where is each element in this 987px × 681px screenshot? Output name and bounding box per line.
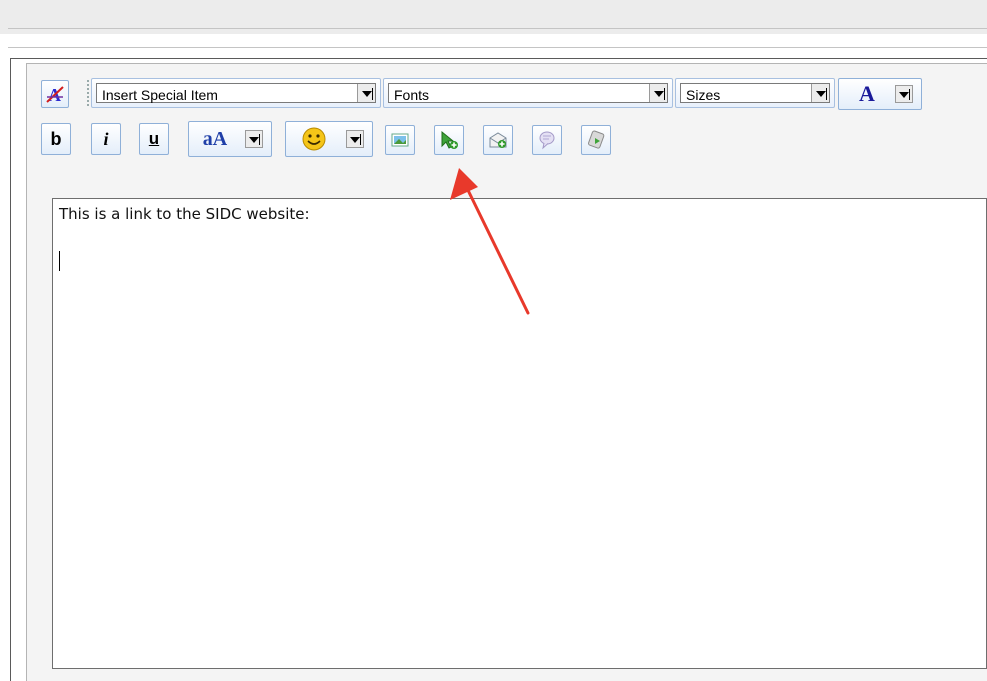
fonts-dropdown[interactable]: Fonts bbox=[383, 78, 673, 108]
insert-media-icon bbox=[588, 130, 605, 149]
chevron-down-icon[interactable] bbox=[811, 84, 829, 102]
smiley-icon bbox=[302, 127, 326, 151]
chevron-down-icon[interactable] bbox=[895, 85, 913, 103]
italic-button[interactable]: i bbox=[91, 123, 121, 155]
font-color-icon: A bbox=[859, 81, 875, 106]
insert-email-icon bbox=[489, 132, 507, 148]
bold-button[interactable]: b bbox=[41, 123, 71, 155]
divider bbox=[8, 28, 987, 29]
spacer bbox=[0, 34, 987, 48]
bold-icon: b bbox=[50, 128, 62, 149]
divider bbox=[8, 47, 987, 48]
fonts-label: Fonts bbox=[394, 87, 430, 103]
insert-media-button[interactable] bbox=[581, 125, 611, 155]
chevron-down-icon[interactable] bbox=[649, 84, 667, 102]
sizes-dropdown[interactable]: Sizes bbox=[675, 78, 835, 108]
italic-icon: i bbox=[103, 128, 109, 149]
insert-link-icon bbox=[441, 130, 458, 149]
text-style-icon: aA bbox=[202, 127, 228, 150]
annotation-arrow bbox=[450, 168, 530, 315]
insert-special-item-label: Insert Special Item bbox=[102, 87, 218, 103]
insert-comment-icon bbox=[539, 131, 555, 150]
sizes-label: Sizes bbox=[686, 87, 721, 103]
text-cursor bbox=[59, 251, 60, 271]
insert-comment-button[interactable] bbox=[532, 125, 562, 155]
text-style-button[interactable]: aA bbox=[188, 121, 272, 157]
insert-link-button[interactable] bbox=[434, 125, 464, 155]
chevron-down-icon[interactable] bbox=[346, 130, 364, 148]
clear-formatting-icon: A bbox=[46, 85, 64, 104]
insert-image-icon bbox=[391, 133, 409, 147]
underline-button[interactable]: u bbox=[139, 123, 169, 155]
clear-formatting-button[interactable]: A bbox=[41, 80, 69, 108]
insert-email-button[interactable] bbox=[483, 125, 513, 155]
toolbar-grip bbox=[87, 80, 89, 106]
chevron-down-icon[interactable] bbox=[357, 84, 375, 102]
insert-image-button[interactable] bbox=[385, 125, 415, 155]
editor-content: This is a link to the SIDC website: bbox=[59, 205, 310, 223]
font-color-button[interactable]: A bbox=[838, 78, 922, 110]
underline-icon: u bbox=[148, 129, 160, 148]
emoticon-button[interactable] bbox=[285, 121, 373, 157]
insert-special-item-dropdown[interactable]: Insert Special Item bbox=[91, 78, 381, 108]
chevron-down-icon[interactable] bbox=[245, 130, 263, 148]
